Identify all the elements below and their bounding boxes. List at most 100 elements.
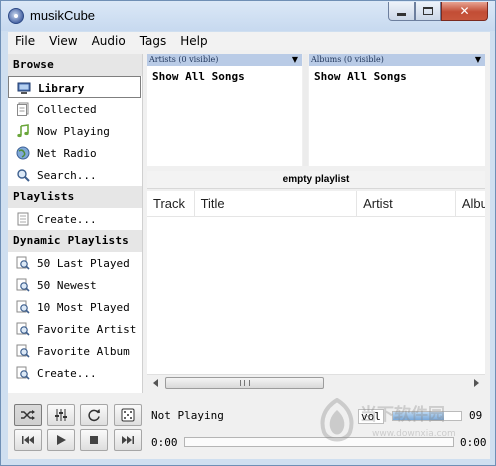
sidebar-item-label: 50 Newest (37, 279, 97, 292)
artists-pane-header-label: Artists (0 visible) (149, 55, 219, 64)
sidebar-item-label: Create... (37, 213, 97, 226)
sidebar-item-label: Library (38, 82, 85, 95)
time-total: 0:00 (460, 436, 487, 449)
menu-audio[interactable]: Audio (85, 34, 133, 48)
repeat-icon (88, 409, 100, 422)
maximize-icon (423, 7, 433, 15)
sidebar-item-label: Now Playing (37, 125, 110, 138)
scroll-right-icon[interactable] (474, 379, 479, 387)
volume-fill (393, 412, 444, 420)
sidebar-item-50-last-played[interactable]: 50 Last Played (8, 252, 142, 274)
dynamic-playlist-icon (16, 322, 30, 336)
column-header-title[interactable]: Title (195, 191, 358, 216)
minimize-button[interactable] (388, 2, 415, 21)
musikcube-logo-icon (8, 8, 24, 24)
stop-button[interactable] (80, 429, 108, 451)
albums-pane-header[interactable]: Albums (0 visible) ▼ (309, 54, 485, 66)
next-track-button[interactable] (114, 429, 142, 451)
artists-pane: Artists (0 visible) ▼ Show All Songs (147, 54, 302, 166)
app-window: musikCube ✕ File View Audio Tags Help Br… (0, 0, 496, 466)
sidebar-item-label: Create... (37, 367, 97, 380)
dropdown-arrow-icon[interactable]: ▼ (292, 54, 298, 66)
sidebar-item-search[interactable]: Search... (8, 164, 142, 186)
dropdown-arrow-icon[interactable]: ▼ (475, 54, 481, 66)
shuffle-icon (21, 410, 35, 420)
sidebar-item-favorite-album[interactable]: Favorite Album (8, 340, 142, 362)
menu-help[interactable]: Help (173, 34, 214, 48)
sidebar-item-library[interactable]: Library (8, 76, 141, 98)
globe-icon (16, 146, 30, 160)
menu-view[interactable]: View (42, 34, 84, 48)
scroll-left-icon[interactable] (153, 379, 158, 387)
sidebar-item-50-newest[interactable]: 50 Newest (8, 274, 142, 296)
sidebar-item-favorite-artist[interactable]: Favorite Artist (8, 318, 142, 340)
sidebar-item-label: Net Radio (37, 147, 97, 160)
horizontal-scrollbar[interactable] (147, 374, 485, 391)
artists-show-all-songs[interactable]: Show All Songs (147, 66, 302, 83)
sidebar-header-dynamic-playlists: Dynamic Playlists (8, 230, 142, 252)
column-header-album[interactable]: Album (456, 191, 485, 216)
sidebar-item-label: Search... (37, 169, 97, 182)
pane-splitter[interactable] (303, 54, 308, 166)
sidebar-item-label: Collected (37, 103, 97, 116)
dynamic-playlist-icon (16, 366, 30, 380)
sidebar-item-now-playing[interactable]: Now Playing (8, 120, 142, 142)
music-note-icon (17, 124, 29, 138)
menu-tags[interactable]: Tags (133, 34, 174, 48)
dynamic-playlist-icon (16, 256, 30, 270)
sidebar-item-label: Favorite Album (37, 345, 130, 358)
sidebar-item-create-playlist[interactable]: Create... (8, 208, 142, 230)
artists-pane-header[interactable]: Artists (0 visible) ▼ (147, 54, 302, 66)
sidebar-item-label: 50 Last Played (37, 257, 130, 270)
title-bar[interactable]: musikCube ✕ (1, 1, 495, 31)
equalizer-button[interactable] (47, 404, 75, 426)
library-icon (17, 82, 31, 94)
minimize-icon (397, 12, 406, 16)
sidebar-item-create-dynamic-playlist[interactable]: Create... (8, 362, 142, 384)
play-icon (57, 435, 66, 445)
dynamic-playlist-icon (16, 278, 30, 292)
sidebar-item-collected[interactable]: Collected (8, 98, 142, 120)
play-button[interactable] (47, 429, 75, 451)
shuffle-button[interactable] (14, 404, 42, 426)
volume-label: vol (358, 409, 384, 424)
sidebar-header-playlists: Playlists (8, 186, 142, 208)
menu-bar: File View Audio Tags Help (8, 32, 490, 50)
grip-icon (240, 380, 250, 386)
volume-value: 09 (469, 409, 483, 422)
albums-pane: Albums (0 visible) ▼ Show All Songs (309, 54, 485, 166)
random-button[interactable] (114, 404, 142, 426)
playlist-table[interactable]: Track Title Artist Album (147, 191, 485, 389)
sidebar: Browse Library Collected Now Playing Net… (8, 54, 143, 393)
scrollbar-thumb[interactable] (165, 377, 324, 389)
close-button[interactable]: ✕ (441, 2, 488, 21)
playlist-title: empty playlist (147, 171, 485, 189)
playback-status: Not Playing (151, 409, 224, 422)
sidebar-header-browse: Browse (8, 54, 142, 76)
sidebar-item-label: 10 Most Played (37, 301, 130, 314)
repeat-button[interactable] (80, 404, 108, 426)
playlist-header-row: Track Title Artist Album (147, 191, 485, 217)
menu-file[interactable]: File (8, 34, 42, 48)
column-header-artist[interactable]: Artist (357, 191, 456, 216)
sidebar-item-10-most-played[interactable]: 10 Most Played (8, 296, 142, 318)
albums-show-all-songs[interactable]: Show All Songs (309, 66, 485, 83)
transport-bar: Not Playing vol 09 0:00 0:00 (8, 398, 490, 458)
albums-pane-header-label: Albums (0 visible) (311, 55, 384, 64)
maximize-button[interactable] (415, 2, 441, 21)
window-title: musikCube (30, 8, 96, 23)
time-elapsed: 0:00 (151, 436, 178, 449)
sidebar-item-label: Favorite Artist (37, 323, 137, 336)
dynamic-playlist-icon (16, 300, 30, 314)
dice-icon (121, 408, 135, 422)
previous-track-button[interactable] (14, 429, 42, 451)
volume-slider[interactable] (392, 411, 462, 421)
sidebar-item-net-radio[interactable]: Net Radio (8, 142, 142, 164)
search-icon (17, 169, 30, 182)
collected-icon (17, 102, 29, 116)
column-header-track[interactable]: Track (147, 191, 195, 216)
seek-bar[interactable] (184, 437, 454, 447)
document-icon (17, 212, 29, 226)
next-icon (122, 436, 134, 444)
equalizer-icon (55, 409, 67, 421)
